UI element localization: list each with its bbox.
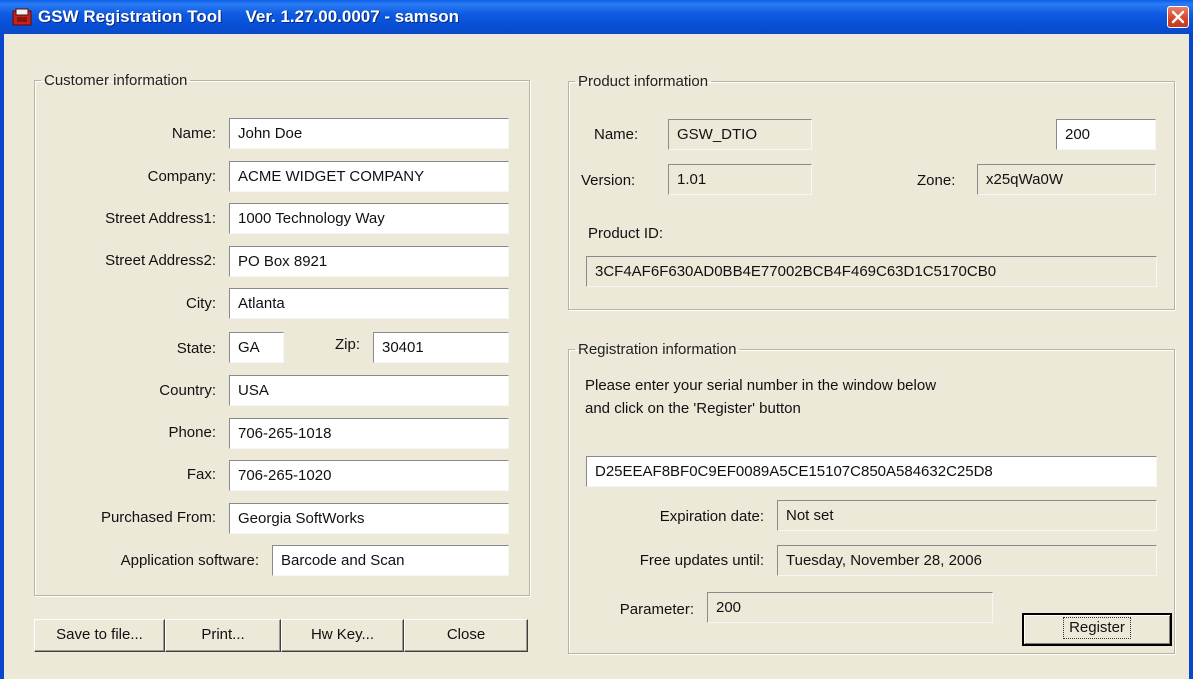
state-field[interactable]: GA [229, 332, 284, 363]
hw-key-button[interactable]: Hw Key... [281, 619, 404, 652]
window-frame-left [0, 34, 4, 679]
application-software-field[interactable]: Barcode and Scan [272, 545, 509, 576]
instructions-line-1: Please enter your serial number in the w… [585, 377, 937, 394]
phone-label: Phone: [168, 424, 216, 441]
purchased-from-field[interactable]: Georgia SoftWorks [229, 503, 509, 534]
city-field[interactable]: Atlanta [229, 288, 509, 319]
street-address2-label: Street Address2: [105, 252, 216, 269]
product-id-label: Product ID: [588, 225, 664, 242]
zip-field[interactable]: 30401 [373, 332, 509, 363]
save-to-file-button[interactable]: Save to file... [34, 619, 165, 652]
name-field[interactable]: John Doe [229, 118, 509, 149]
product-name-field: GSW_DTIO [668, 119, 812, 150]
street-address1-label: Street Address1: [105, 210, 216, 227]
register-button[interactable]: Register [1022, 613, 1172, 646]
zip-label: Zip: [334, 336, 360, 353]
registration-information-legend: Registration information [578, 341, 737, 358]
title-bar[interactable]: GSW Registration Tool Ver. 1.27.00.0007 … [0, 0, 1193, 34]
zone-label: Zone: [917, 172, 956, 189]
print-button[interactable]: Print... [165, 619, 281, 652]
company-field[interactable]: ACME WIDGET COMPANY [229, 161, 509, 192]
purchased-from-label: Purchased From: [100, 509, 216, 526]
free-updates-label: Free updates until: [639, 552, 764, 569]
name-label: Name: [171, 125, 216, 142]
company-label: Company: [147, 168, 216, 185]
expiration-date-label: Expiration date: [659, 508, 764, 525]
window-frame-right [1189, 34, 1193, 679]
phone-field[interactable]: 706-265-1018 [229, 418, 509, 449]
expiration-date-field: Not set [777, 500, 1157, 531]
version-label: Version: [581, 172, 636, 189]
parameter-label: Parameter: [619, 601, 694, 618]
fax-field[interactable]: 706-265-1020 [229, 460, 509, 491]
product-information-legend: Product information [578, 73, 709, 90]
window-title: GSW Registration Tool Ver. 1.27.00.0007 … [38, 7, 460, 26]
fax-label: Fax: [186, 466, 216, 483]
product-count-field[interactable]: 200 [1056, 119, 1156, 150]
close-window-button[interactable] [1167, 6, 1189, 28]
country-label: Country: [159, 382, 216, 399]
app-icon [12, 8, 32, 26]
street-address2-field[interactable]: PO Box 8921 [229, 246, 509, 277]
customer-information-legend: Customer information [44, 72, 188, 89]
free-updates-field: Tuesday, November 28, 2006 [777, 545, 1157, 576]
city-label: City: [186, 295, 216, 312]
instructions-line-2: and click on the 'Register' button [585, 400, 801, 417]
close-button[interactable]: Close [404, 619, 528, 652]
street-address1-field[interactable]: 1000 Technology Way [229, 203, 509, 234]
product-name-label: Name: [594, 126, 639, 143]
close-icon [1171, 10, 1185, 24]
zone-field: x25qWa0W [977, 164, 1156, 195]
state-label: State: [176, 340, 216, 357]
product-id-field: 3CF4AF6F630AD0BB4E77002BCB4F469C63D1C517… [586, 256, 1157, 287]
country-field[interactable]: USA [229, 375, 509, 406]
version-field: 1.01 [668, 164, 812, 195]
register-button-label: Register [1063, 617, 1131, 639]
serial-number-field[interactable]: D25EEAF8BF0C9EF0089A5CE15107C850A584632C… [586, 456, 1157, 487]
parameter-field: 200 [707, 592, 993, 623]
application-software-label: Application software: [120, 552, 259, 569]
